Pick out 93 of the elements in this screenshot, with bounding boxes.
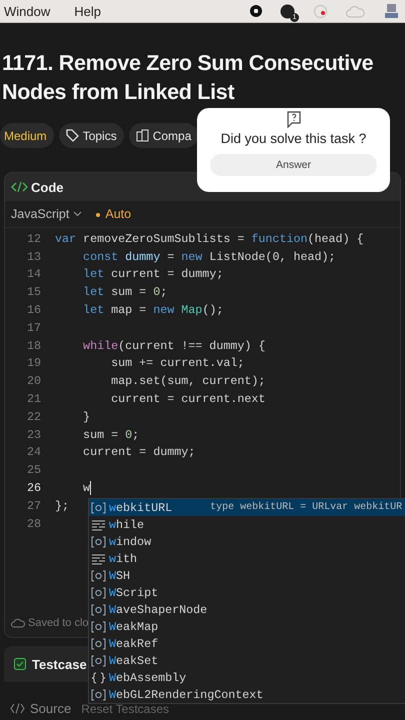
variable-icon bbox=[91, 604, 106, 616]
variable-icon bbox=[91, 570, 106, 582]
line-number: 14 bbox=[26, 267, 42, 282]
line-number: 15 bbox=[26, 285, 42, 300]
code-icon bbox=[10, 703, 25, 714]
line-number: 28 bbox=[26, 516, 42, 531]
code-line: current = current.next bbox=[110, 392, 266, 406]
source-tab[interactable]: Source bbox=[30, 701, 72, 716]
line-number: 12 bbox=[26, 232, 42, 246]
code-line: w bbox=[82, 481, 92, 496]
language-select[interactable]: JavaScript bbox=[11, 207, 82, 221]
suggestion-label: WebAssembly bbox=[109, 670, 186, 684]
suggestion-label: WaveShaperNode bbox=[109, 602, 208, 616]
stop-icon[interactable] bbox=[250, 5, 262, 17]
suggestion-label: WScript bbox=[109, 586, 158, 600]
cloud-icon bbox=[11, 618, 25, 628]
suggestion-item[interactable]: while bbox=[89, 516, 405, 533]
line-number: 24 bbox=[26, 445, 42, 460]
keyword-icon bbox=[91, 518, 106, 530]
computer-icon[interactable] bbox=[384, 3, 399, 19]
code-line: let sum = 0; bbox=[82, 285, 168, 300]
code-line: let current = dummy; bbox=[82, 267, 224, 282]
suggestion-item[interactable]: with bbox=[89, 550, 405, 567]
suggestion-item[interactable]: webkitURL type webkitURL = URLvar webkitUR bbox=[89, 499, 405, 516]
line-number: 16 bbox=[26, 303, 42, 318]
variable-icon bbox=[91, 620, 106, 632]
saved-status: Saved to clo bbox=[28, 617, 89, 629]
auto-mode-label: Auto bbox=[96, 207, 132, 221]
suggestion-label: with bbox=[109, 552, 138, 566]
companies-tag[interactable]: Compa bbox=[128, 123, 198, 148]
record-icon[interactable] bbox=[313, 4, 328, 18]
menu-item[interactable]: Help bbox=[74, 4, 101, 18]
tag-icon bbox=[66, 129, 79, 142]
suggestion-detail: type webkitURL = URLvar webkitUR bbox=[210, 502, 402, 513]
code-line: } bbox=[82, 410, 90, 424]
suggestion-item[interactable]: WebAssembly bbox=[89, 669, 405, 686]
panel-title: Code bbox=[31, 180, 64, 194]
line-number: 20 bbox=[26, 374, 42, 388]
code-line: sum = 0; bbox=[82, 428, 140, 442]
code-line: while(current !== dummy) { bbox=[82, 338, 266, 353]
line-number: 23 bbox=[26, 428, 42, 442]
variable-icon bbox=[91, 536, 106, 548]
code-icon bbox=[11, 181, 28, 193]
code-line: let map = new Map(); bbox=[82, 303, 224, 318]
suggestion-label: WeakSet bbox=[109, 654, 158, 668]
menu-item[interactable]: Window bbox=[4, 4, 50, 18]
braces-icon bbox=[91, 672, 106, 684]
suggestion-item[interactable]: WeakSet bbox=[89, 652, 405, 669]
variable-icon bbox=[91, 502, 106, 514]
question-icon bbox=[286, 111, 302, 128]
code-line: sum += current.val; bbox=[110, 356, 244, 370]
variable-icon bbox=[91, 586, 106, 598]
suggestion-label: window bbox=[109, 534, 152, 548]
line-number: 17 bbox=[26, 320, 42, 335]
problem-title: 1171. Remove Zero Sum Consecutive Nodes from Linked List bbox=[1, 50, 374, 106]
suggestion-label: webkitURL bbox=[109, 500, 172, 514]
variable-icon bbox=[91, 688, 106, 700]
code-line: map.set(sum, current); bbox=[110, 374, 266, 388]
topics-tag[interactable]: Topics bbox=[58, 123, 124, 148]
line-number: 25 bbox=[26, 463, 42, 478]
building-icon bbox=[136, 129, 149, 142]
suggestion-label: WeakRef bbox=[109, 636, 158, 650]
code-line: var removeZeroSumSublists = function(head) { bbox=[55, 232, 364, 246]
line-number: 19 bbox=[26, 356, 42, 370]
line-number: 26 bbox=[26, 481, 42, 496]
suggestion-label: WebGL2RenderingContext bbox=[109, 688, 264, 702]
answer-button[interactable]: Answer bbox=[210, 154, 377, 176]
line-number: 18 bbox=[26, 338, 42, 353]
suggestion-item[interactable]: WeakRef bbox=[89, 635, 405, 652]
checkbox-icon bbox=[14, 658, 26, 670]
suggestion-label: while bbox=[109, 518, 144, 532]
line-number: 27 bbox=[26, 498, 42, 513]
line-number: 21 bbox=[26, 392, 42, 406]
suggestion-item[interactable]: WeakMap bbox=[89, 618, 405, 635]
chevron-down-icon bbox=[73, 211, 82, 217]
line-number: 13 bbox=[26, 250, 42, 264]
variable-icon bbox=[91, 654, 106, 666]
code-line: const dummy = new ListNode(0, head); bbox=[82, 250, 336, 264]
suggestion-item[interactable]: window bbox=[89, 533, 405, 550]
difficulty-tag: Medium bbox=[0, 123, 54, 148]
code-line: }; bbox=[55, 498, 70, 513]
suggestion-label: WeakMap bbox=[109, 620, 158, 634]
survey-question: Did you solve this task ? bbox=[220, 131, 366, 146]
suggestion-item[interactable]: WSH bbox=[89, 567, 405, 584]
suggestion-item[interactable]: WScript bbox=[89, 584, 405, 601]
suggestion-item[interactable]: WebGL2RenderingContext bbox=[89, 686, 405, 703]
suggestion-label: WSH bbox=[109, 568, 130, 582]
suggestion-item[interactable]: WaveShaperNode bbox=[89, 601, 405, 618]
variable-icon bbox=[91, 638, 106, 650]
code-line: current = dummy; bbox=[82, 445, 196, 460]
panel-title: Testcase bbox=[32, 656, 87, 672]
keyword-icon bbox=[91, 552, 106, 564]
line-number: 22 bbox=[26, 410, 42, 424]
